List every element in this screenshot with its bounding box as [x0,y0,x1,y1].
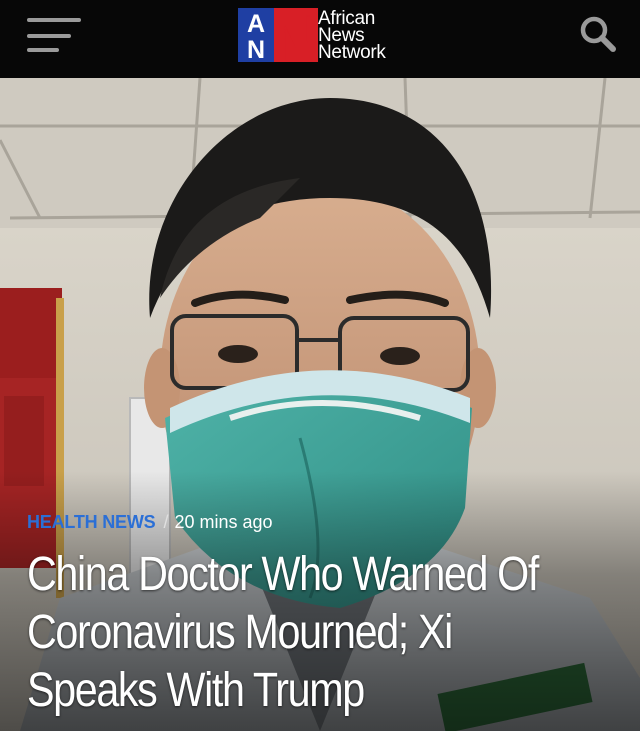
logo-wordmark: African News Network [318,9,386,63]
article-meta: HEALTH NEWS /20 mins ago [27,512,273,533]
article-headline[interactable]: China Doctor Who Warned Of Coronavirus M… [27,546,629,720]
logo-mark: A N N [238,8,318,62]
category-link[interactable]: HEALTH NEWS [27,512,156,532]
logo-letter-a: A [247,10,265,38]
menu-button[interactable] [27,16,81,56]
search-button[interactable] [578,14,618,54]
meta-separator: / [163,512,169,532]
site-logo[interactable]: A N N African News Network [238,8,408,64]
site-header: A N N African News Network [0,0,640,78]
headline-line-3: Speaks With Trump [27,664,365,717]
headline-line-2: Coronavirus Mourned; Xi [27,606,453,659]
article-page: A N N African News Network [0,0,640,731]
logo-letter-n-small: N [247,36,265,62]
timestamp: 20 mins ago [174,512,273,532]
logo-word-network: Network [318,42,386,63]
headline-line-1: China Doctor Who Warned Of [27,548,539,601]
search-icon[interactable] [578,14,618,54]
